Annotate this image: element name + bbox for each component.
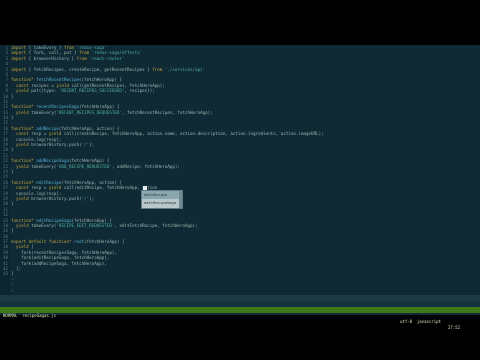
code-token: addRecipe <box>36 125 59 131</box>
code-token: { fork, call, put } <box>28 50 80 56</box>
code-token: from <box>79 50 92 56</box>
code-token: 'RECENT_RECIPES_SUCCEEDED' <box>58 88 125 94</box>
code-token: call(getRecentRecipes, fetchHeroApp); <box>71 82 165 88</box>
code-token: call(createRecipe, fetchHeroApp, action.… <box>63 131 324 137</box>
code-editor[interactable]: 1 import { takeEvery } from 'redux-saga' 2… <box>0 45 480 315</box>
code-token: [ <box>31 244 34 250</box>
code-token: recentRecipesSaga <box>36 104 80 110</box>
code-token: (fetchHeroApp) { <box>79 104 120 110</box>
code-token: function* <box>11 179 37 185</box>
code-token: yield <box>48 131 64 137</box>
code-token: const <box>16 82 32 88</box>
airline-statusbar: NORMAL recipeSagas.js utf-8 javascript 2… <box>0 307 480 330</box>
code-token: { fetchRecipes, createRecipe, getRecentR… <box>28 66 153 72</box>
code-token: function* <box>11 77 37 83</box>
code-token: (fetchHeroApp) { <box>69 158 110 164</box>
code-token: } <box>11 93 14 99</box>
code-token: (fetchHeroApp, action) { <box>58 125 120 131</box>
code-token: fork(recentRecipesSaga, fetchHeroApp), <box>11 249 117 255</box>
code-token: (fetchHeroApp) { <box>81 77 122 83</box>
code-token: browserHistory.push( <box>31 142 82 148</box>
code-token: takeEvery( <box>31 222 57 228</box>
autocomplete-popup[interactable]: editRecipe editRecipeSaga <box>141 190 183 209</box>
code-token: put({type: <box>31 88 59 94</box>
code-token: ~ <box>11 282 14 288</box>
statusbar-encoding: utf-8 javascript <box>400 319 441 324</box>
code-token: ~ <box>11 287 14 293</box>
code-token: resp = <box>31 131 49 137</box>
code-token: yield <box>16 88 32 94</box>
code-token: } <box>11 201 14 207</box>
code-token: from <box>63 45 77 50</box>
code-token: , editFetchRecipe, fetchHeroApp); <box>114 222 198 228</box>
code-token: } <box>11 115 14 121</box>
code-token: takeEvery( <box>31 109 57 115</box>
code-token: } <box>11 271 14 277</box>
code-token: export default function* <box>11 239 75 245</box>
code-token: fetchRecentRecipes <box>36 77 82 83</box>
code-token: (fetchHeroApp) { <box>71 217 112 223</box>
code-token: { browserHistory } <box>28 55 77 61</box>
code-token: ]; <box>11 266 22 272</box>
code-token: function* <box>11 158 37 164</box>
code-lines: 1 import { takeEvery } from 'redux-saga' 2… <box>0 45 480 315</box>
code-token: ); <box>89 142 95 148</box>
statusbar-left: NORMAL recipeSagas.js <box>3 313 56 318</box>
code-token: fork(editRecipeSaga, fetchHeroApp), <box>11 255 110 261</box>
code-token: yield <box>16 244 32 250</box>
code-token: 'RECIPE_EDIT_REQUESTED' <box>56 222 115 228</box>
code-token: const <box>16 131 32 137</box>
code-token: console.log(resp); <box>11 190 62 196</box>
code-token: import <box>11 55 29 61</box>
code-token: { takeEvery } <box>28 45 64 50</box>
code-token: yield <box>16 142 32 148</box>
code-token: fork(addRecipeSaga, fetchHeroApp), <box>11 260 107 266</box>
statusbar-position: 27:52 <box>448 325 461 330</box>
code-token: from <box>76 55 90 61</box>
code-token: import <box>11 66 29 72</box>
code-token: yield <box>56 82 72 88</box>
code-token: recipes = <box>31 82 57 88</box>
code-token: } <box>11 228 14 234</box>
code-token: takeEvery( <box>31 163 57 169</box>
code-token: ~ <box>11 276 14 282</box>
code-token: import <box>11 45 29 50</box>
code-token: editRecipeSaga <box>36 217 72 223</box>
code-token: ); <box>89 195 95 201</box>
code-token: 'redux-saga' <box>76 45 107 50</box>
code-token: yield <box>16 109 32 115</box>
code-token: , recipes}); <box>124 88 155 94</box>
autocomplete-item[interactable]: editRecipe <box>142 191 182 199</box>
code-token: (fetchHeroApp, action) { <box>61 179 122 185</box>
code-token: './services/api' <box>164 66 206 72</box>
code-token: console.log(resp); <box>11 136 62 142</box>
autocomplete-scrollbar[interactable] <box>179 191 182 208</box>
autocomplete-item[interactable]: editRecipeSaga <box>142 199 182 207</box>
code-token: browserHistory.push( <box>31 195 82 201</box>
code-token: 'ADD_RECIPE_REQUESTED' <box>56 163 112 169</box>
code-token: yield <box>16 222 32 228</box>
code-token: editRecipe <box>36 179 62 185</box>
code-token: , fetchRecentRecipes, fetchHeroApp); <box>121 109 213 115</box>
code-token: resp = <box>31 185 49 191</box>
code-token: root <box>74 239 85 245</box>
code-token: 'RECENT_RECIPES_REQUESTED' <box>56 109 122 115</box>
code-token: function* <box>11 125 37 131</box>
code-token: yield <box>16 195 32 201</box>
code-token: from <box>152 66 165 72</box>
code-token: } <box>11 168 14 174</box>
code-token: 'redux-saga/effects' <box>91 50 143 56</box>
code-token: , addRecipe, fetchHeroApp); <box>111 163 180 169</box>
code-token: 'react-router' <box>89 55 125 61</box>
code-token: } <box>11 147 14 153</box>
code-token: const <box>16 185 32 191</box>
code-token: import <box>11 50 29 56</box>
code-token: yield <box>16 163 32 169</box>
code-token: function* <box>11 217 37 223</box>
code-token: (fetchHeroApp) { <box>84 239 125 245</box>
code-token: function* <box>11 104 37 110</box>
code-token: yield <box>48 185 64 191</box>
code-token: addRecipeSaga <box>36 158 69 164</box>
